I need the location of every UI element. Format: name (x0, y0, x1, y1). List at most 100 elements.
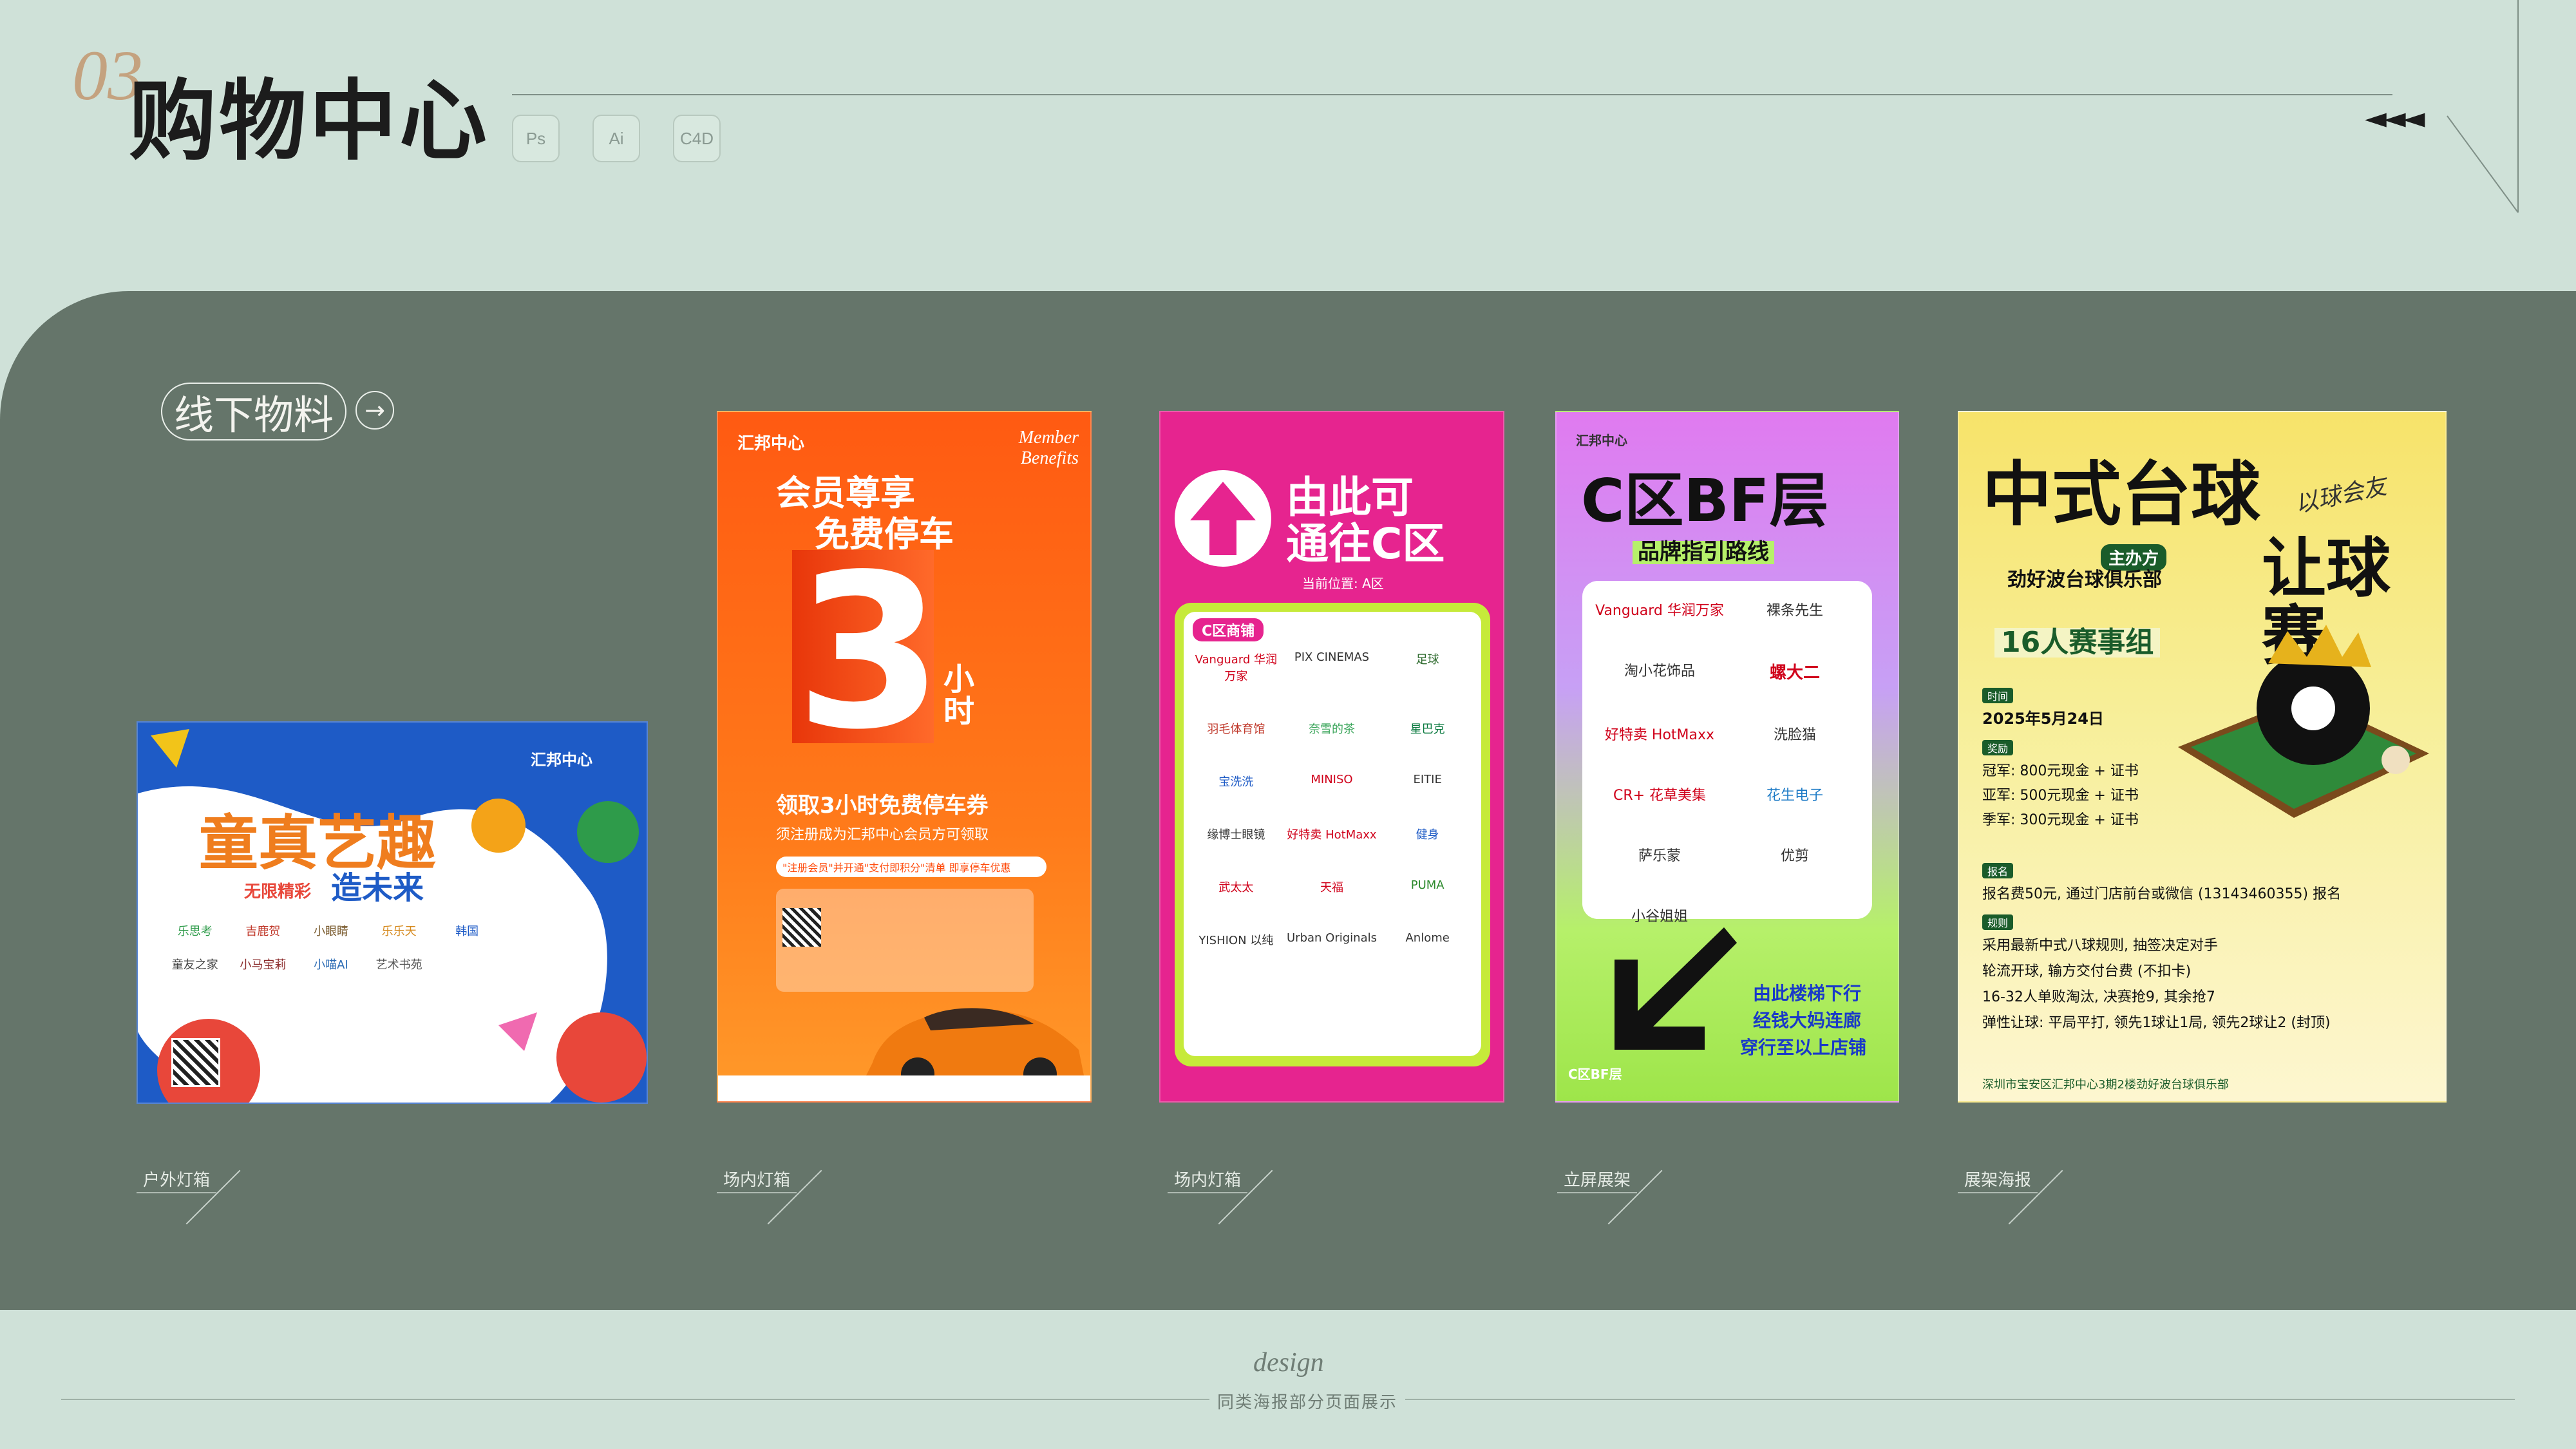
poster3-shop: 好特卖 HotMaxx (1287, 828, 1377, 842)
poster-outdoor-lightbox[interactable]: 汇邦中心 童真艺趣 无限精彩 造未来 乐思考 吉鹿贺 小眼睛 乐乐天 韩国 童友… (137, 721, 648, 1104)
poster4-label: 立屏展架 (1557, 1167, 1638, 1193)
poster5-prize: 亚军: 500元现金 + 证书 (1982, 788, 2139, 804)
poster4-shop: 花生电子 (1766, 788, 1823, 804)
poster3-shop: Vanguard 华润万家 (1195, 653, 1278, 683)
poster3-shop: 武太太 (1218, 881, 1254, 895)
poster1-tagline-a: 无限精彩 (244, 882, 312, 902)
poster4-subtitle: 品牌指引路线 (1633, 540, 1774, 564)
footer-subtitle: 同类海报部分页面展示 (1209, 1389, 1406, 1413)
header-divider (512, 94, 2392, 95)
up-arrow-icon (1175, 470, 1271, 567)
poster3-shop: Urban Originals (1287, 931, 1377, 945)
poster1-logo: 童友之家 (171, 958, 218, 972)
poster3-shop: PUMA (1410, 878, 1444, 892)
poster5-group: 16人赛事组 (1994, 627, 2161, 658)
poster5-time-label: 时间 (1982, 688, 2014, 703)
poster5-rule: 16-32人单败淘汰, 决赛抢9, 其余抢7 (1982, 989, 2215, 1005)
poster3-shop: 羽毛体育馆 (1207, 723, 1265, 736)
poster2-label: 场内灯箱 (717, 1167, 797, 1193)
poster3-shop: Anlome (1405, 931, 1450, 945)
poster1-logo: 小喵AI (314, 958, 348, 972)
poster5-host-label: 主办方 (2101, 544, 2167, 571)
poster1-logo: 乐乐天 (381, 925, 417, 938)
billiard-table-illustration (2178, 625, 2429, 818)
poster5-rule: 轮流开球, 输方交付台费 (不扣卡) (1982, 963, 2192, 980)
poster5-signup-label: 报名 (1982, 863, 2014, 878)
poster3-location: 当前位置: A区 (1302, 576, 1384, 591)
poster3-shop: 缘博士眼镜 (1207, 828, 1265, 842)
poster5-prize: 季军: 300元现金 + 证书 (1982, 812, 2139, 828)
corner-decoration (2447, 0, 2519, 213)
poster4-direction1: 由此楼梯下行 (1753, 983, 1862, 1004)
poster3-shop: EITIE (1413, 773, 1442, 786)
poster-parking-lightbox[interactable]: 汇邦中心 Member Benefits 会员尊享 免费停车 3 小时 领取3小… (717, 411, 1092, 1103)
poster-bf-floor-stand[interactable]: 汇邦中心 C区BF层 品牌指引路线 Vanguard 华润万家 裸条先生 淘小花… (1555, 411, 1899, 1103)
poster3-shop: PIX CINEMAS (1294, 650, 1370, 664)
car-illustration (866, 1008, 1084, 1088)
poster2-sub1: 领取3小时免费停车券 (776, 793, 989, 819)
poster1-logo: 小眼睛 (313, 925, 348, 938)
tool-badge-c4d: C4D (673, 115, 721, 162)
tool-badge-ps: Ps (512, 115, 560, 162)
poster5-script: 以球会友 (2293, 473, 2389, 518)
poster5-rules-label: 规则 (1982, 914, 2014, 930)
poster5-title1: 中式台球 (1982, 455, 2261, 535)
poster4-shop: 洗脸猫 (1773, 727, 1816, 743)
poster1-brand: 汇邦中心 (531, 751, 592, 769)
poster4-floor-tag: C区BF层 (1568, 1066, 1622, 1082)
poster-zone-c-lightbox[interactable]: 由此可 通往C区 当前位置: A区 C区商铺 Vanguard 华润万家 PIX… (1159, 411, 1504, 1103)
poster-billiards-stand[interactable]: 中式台球 以球会友 让球赛 主办方 劲好波台球俱乐部 16人赛事组 时间 202… (1958, 411, 2447, 1103)
poster5-rule: 弹性让球: 平局平打, 领先1球让1局, 领先2球让2 (封顶) (1982, 1015, 2331, 1031)
poster5-label: 展架海报 (1958, 1167, 2038, 1193)
poster1-tagline-b: 造未来 (331, 870, 424, 906)
poster4-direction2: 经钱大妈连廊 (1753, 1010, 1862, 1031)
poster2-line1: 会员尊享 (776, 473, 915, 513)
poster5-date: 2025年5月24日 (1982, 710, 2104, 728)
down-left-arrow-icon (1615, 927, 1737, 1050)
arrow-right-icon[interactable]: → (355, 391, 394, 430)
poster5-host: 劲好波台球俱乐部 (2007, 569, 2162, 591)
poster1-headline: 童真艺趣 (199, 809, 437, 878)
poster5-address: 深圳市宝安区汇邦中心3期2楼劲好波台球俱乐部 (1982, 1078, 2229, 1092)
poster3-shop: MINISO (1311, 773, 1353, 786)
poster2-brand: 汇邦中心 (737, 434, 805, 453)
poster5-info-block: 时间 2025年5月24日 奖励 冠军: 800元现金 + 证书 亚军: 500… (1982, 688, 2175, 829)
page-title: 购物中心 (129, 70, 489, 173)
poster5-rules-block: 报名 报名费50元, 通过门店前台或微信 (13143460355) 报名 规则… (1982, 863, 2427, 1032)
qr-code (782, 908, 821, 947)
poster2-sub2: 须注册成为汇邦中心会员方可领取 (776, 827, 989, 843)
poster3-shop: YISHION 以纯 (1198, 934, 1274, 947)
poster1-logo-grid: 乐思考 吉鹿贺 小眼睛 乐乐天 韩国 童友之家 小马宝莉 小喵AI 艺术书苑 (164, 922, 498, 972)
poster4-brand: 汇邦中心 (1576, 433, 1627, 448)
poster3-shop: 健身 (1416, 828, 1439, 842)
poster3-shop-grid: Vanguard 华润万家 PIX CINEMAS 足球 羽毛体育馆 奈雪的茶 … (1190, 650, 1473, 948)
poster3-shop: 奈雪的茶 (1308, 723, 1355, 736)
tool-badge-ai: Ai (592, 115, 640, 162)
poster1-label: 户外灯箱 (137, 1167, 217, 1193)
poster5-prize: 冠军: 800元现金 + 证书 (1982, 763, 2139, 779)
poster2-corner: Member Benefits (1018, 428, 1079, 468)
footer-design-script: design (1253, 1348, 1324, 1378)
poster1-logo: 艺术书苑 (375, 958, 422, 972)
poster4-shop: 优剪 (1780, 848, 1809, 864)
qr-code (171, 1038, 220, 1087)
poster2-sub3: "注册会员"并开通"支付即积分"清单 即享停车优惠 (776, 857, 1046, 877)
poster1-logo: 小马宝莉 (240, 958, 287, 972)
poster2-footer-bar (718, 1075, 1090, 1101)
poster4-shop: 裸条先生 (1766, 603, 1823, 619)
poster4-shop: CR+ 花草美集 (1613, 788, 1707, 804)
poster4-shop: Vanguard 华润万家 (1595, 603, 1724, 619)
poster2-big-number: 3 (795, 529, 943, 776)
poster3-shop: 足球 (1416, 653, 1439, 667)
poster1-logo: 吉鹿贺 (245, 925, 281, 938)
poster3-line1: 由此可 (1286, 473, 1414, 522)
poster3-shop: 天福 (1320, 881, 1343, 895)
poster4-shop-grid: Vanguard 华润万家 裸条先生 淘小花饰品 螺大二 好特卖 HotMaxx… (1595, 599, 1859, 925)
poster4-shop: 萨乐蒙 (1638, 848, 1681, 864)
poster1-logo: 乐思考 (177, 925, 213, 938)
poster4-shop: 淘小花饰品 (1624, 663, 1695, 679)
poster3-section-title: C区商铺 (1193, 618, 1264, 641)
poster5-prize-label: 奖励 (1982, 740, 2014, 755)
poster5-signup: 报名费50元, 通过门店前台或微信 (13143460355) 报名 (1982, 886, 2342, 902)
poster4-shop: 螺大二 (1769, 663, 1820, 683)
